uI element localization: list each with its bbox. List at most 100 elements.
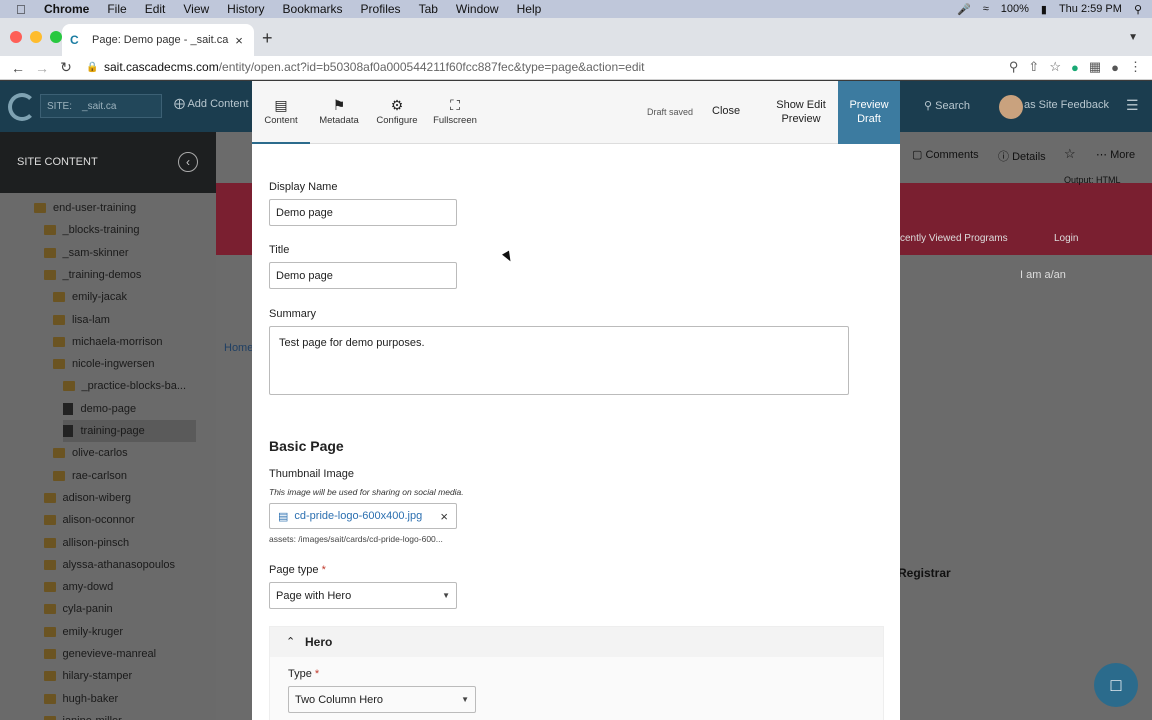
maximize-window-button[interactable]: [50, 31, 62, 43]
title-field[interactable]: Demo page: [269, 262, 457, 289]
comments-button[interactable]: ▢ Comments: [912, 148, 979, 161]
tree-item[interactable]: _sam-skinner: [43, 242, 129, 264]
tree-item[interactable]: janine-miller: [43, 710, 122, 720]
menu-window[interactable]: Window: [456, 2, 499, 16]
tab-metadata[interactable]: ⚑ Metadata: [310, 81, 368, 144]
share-icon[interactable]: ⇧: [1028, 59, 1039, 75]
basic-page-heading: Basic Page: [269, 438, 344, 454]
search-icon[interactable]: ⚲: [1134, 3, 1142, 16]
details-button[interactable]: ⓘ Details: [998, 148, 1046, 164]
tab-fullscreen[interactable]: ⛶ Fullscreen: [426, 81, 484, 144]
tab-configure[interactable]: ⚙ Configure: [368, 81, 426, 144]
lock-icon[interactable]: 🔒: [86, 62, 104, 73]
tree-item[interactable]: end-user-training: [34, 197, 136, 219]
hero-type-select[interactable]: Two Column Hero ▼: [288, 686, 476, 713]
menu-bookmarks[interactable]: Bookmarks: [283, 2, 343, 16]
clock[interactable]: Thu 2:59 PM: [1059, 3, 1122, 15]
document-icon: ▤: [274, 97, 288, 113]
browser-tab[interactable]: C Page: Demo page - _sait.ca | C ×: [62, 24, 254, 56]
tree-item[interactable]: emily-kruger: [43, 621, 123, 643]
site-selector[interactable]: SITE: _sait.ca: [40, 94, 162, 118]
thumbnail-chooser[interactable]: ▤ cd-pride-logo-600x400.jpg ×: [269, 503, 457, 529]
add-content-button[interactable]: ⨁ Add Content: [174, 97, 249, 110]
menu-edit[interactable]: Edit: [145, 2, 166, 16]
forward-icon[interactable]: →: [30, 60, 54, 76]
tree-item[interactable]: emily-jacak: [53, 286, 127, 308]
tree-item[interactable]: training-page: [62, 420, 196, 442]
summary-textarea[interactable]: Test page for demo purposes.: [269, 326, 849, 395]
close-window-button[interactable]: [10, 31, 22, 43]
thumbnail-file-name[interactable]: cd-pride-logo-600x400.jpg: [294, 510, 422, 522]
hero-panel-header[interactable]: [270, 627, 883, 657]
tree-item[interactable]: hugh-baker: [43, 688, 118, 710]
output-selector[interactable]: Output: HTML: [1064, 175, 1121, 185]
site-feedback-menu[interactable]: as Site Feedback: [1024, 99, 1109, 111]
tree-item[interactable]: olive-carlos: [53, 442, 128, 464]
profile-avatar-icon[interactable]: ●: [1111, 60, 1119, 75]
close-tab-icon[interactable]: ×: [232, 33, 246, 48]
tree-item[interactable]: rae-carlson: [53, 465, 127, 487]
clear-thumbnail-icon[interactable]: ×: [440, 509, 448, 524]
grammarly-icon[interactable]: ●: [1071, 60, 1079, 75]
preview-draft-button[interactable]: Preview Draft: [838, 81, 900, 144]
tree-item[interactable]: alyssa-athanasopoulos: [43, 554, 175, 576]
zoom-icon[interactable]: ⚲: [1009, 59, 1019, 75]
page-type-select[interactable]: Page with Hero ▼: [269, 582, 457, 609]
chat-support-icon[interactable]: □: [1094, 663, 1138, 707]
more-button[interactable]: ⋯ More: [1096, 148, 1135, 161]
microphone-icon[interactable]: 🎤: [957, 3, 971, 16]
tree-item[interactable]: alison-oconnor: [43, 509, 135, 531]
tree-item[interactable]: cyla-panin: [43, 598, 113, 620]
i-am-dropdown[interactable]: I am a/an: [1020, 269, 1066, 281]
reload-icon[interactable]: ↻: [54, 59, 78, 76]
folder-icon: [53, 336, 65, 347]
back-icon[interactable]: ←: [6, 60, 30, 76]
new-tab-icon[interactable]: +: [262, 28, 273, 49]
breadcrumb-home[interactable]: Home: [224, 342, 253, 354]
more-menu-icon[interactable]: ⋮: [1129, 59, 1142, 75]
battery-icon[interactable]: ▮: [1041, 3, 1047, 16]
tree-item[interactable]: allison-pinsch: [43, 532, 129, 554]
tree-item[interactable]: adison-wiberg: [43, 487, 131, 509]
tree-item[interactable]: _practice-blocks-ba...: [62, 375, 186, 397]
tree-item[interactable]: _training-demos: [43, 264, 141, 286]
tree-item[interactable]: hilary-stamper: [43, 665, 132, 687]
favorite-star-icon[interactable]: ☆: [1064, 146, 1076, 162]
menu-history[interactable]: History: [227, 2, 264, 16]
minimize-window-button[interactable]: [30, 31, 42, 43]
tab-search-chevron-icon[interactable]: ▼: [1128, 32, 1138, 43]
menu-app[interactable]: Chrome: [44, 2, 89, 16]
tab-content[interactable]: ▤ Content: [252, 81, 310, 144]
tree-item[interactable]: nicole-ingwersen: [53, 353, 155, 375]
show-edit-preview-button[interactable]: Show Edit Preview: [768, 98, 834, 126]
tree-item[interactable]: demo-page: [62, 398, 136, 420]
bookmark-star-icon[interactable]: ☆: [1049, 59, 1061, 75]
close-button[interactable]: Close: [712, 105, 740, 117]
url-field[interactable]: 🔒 sait.cascadecms.com /entity/open.act?i…: [86, 56, 916, 78]
menu-profiles[interactable]: Profiles: [361, 2, 401, 16]
hamburger-icon[interactable]: ☰: [1126, 97, 1139, 114]
tree-item[interactable]: amy-dowd: [43, 576, 113, 598]
more-dots-icon: ⋯: [1096, 149, 1111, 161]
collapse-sidebar-icon[interactable]: ‹: [178, 152, 198, 172]
search-button[interactable]: ⚲ Search: [924, 99, 970, 112]
tree-item[interactable]: genevieve-manreal: [43, 643, 156, 665]
extensions-puzzle-icon[interactable]: ▦: [1089, 59, 1101, 75]
menu-view[interactable]: View: [183, 2, 209, 16]
cascade-logo-icon[interactable]: [8, 93, 36, 121]
user-avatar[interactable]: [999, 95, 1023, 119]
menu-file[interactable]: File: [107, 2, 126, 16]
tree-item[interactable]: lisa-lam: [53, 309, 110, 331]
collapse-chevron-up-icon[interactable]: ⌃: [286, 635, 295, 648]
tree-item-label: emily-jacak: [72, 291, 128, 304]
display-name-field[interactable]: Demo page: [269, 199, 457, 226]
menu-help[interactable]: Help: [517, 2, 542, 16]
tree-item[interactable]: michaela-morrison: [53, 331, 162, 353]
tree-item[interactable]: _blocks-training: [43, 219, 140, 241]
apple-icon[interactable]: : [16, 2, 30, 17]
wifi-icon[interactable]: ≈: [983, 3, 989, 15]
recently-viewed-link[interactable]: cently Viewed Programs: [900, 233, 1008, 244]
registrar-link[interactable]: Registrar: [898, 566, 951, 580]
login-link[interactable]: Login: [1054, 233, 1078, 244]
menu-tab[interactable]: Tab: [419, 2, 438, 16]
